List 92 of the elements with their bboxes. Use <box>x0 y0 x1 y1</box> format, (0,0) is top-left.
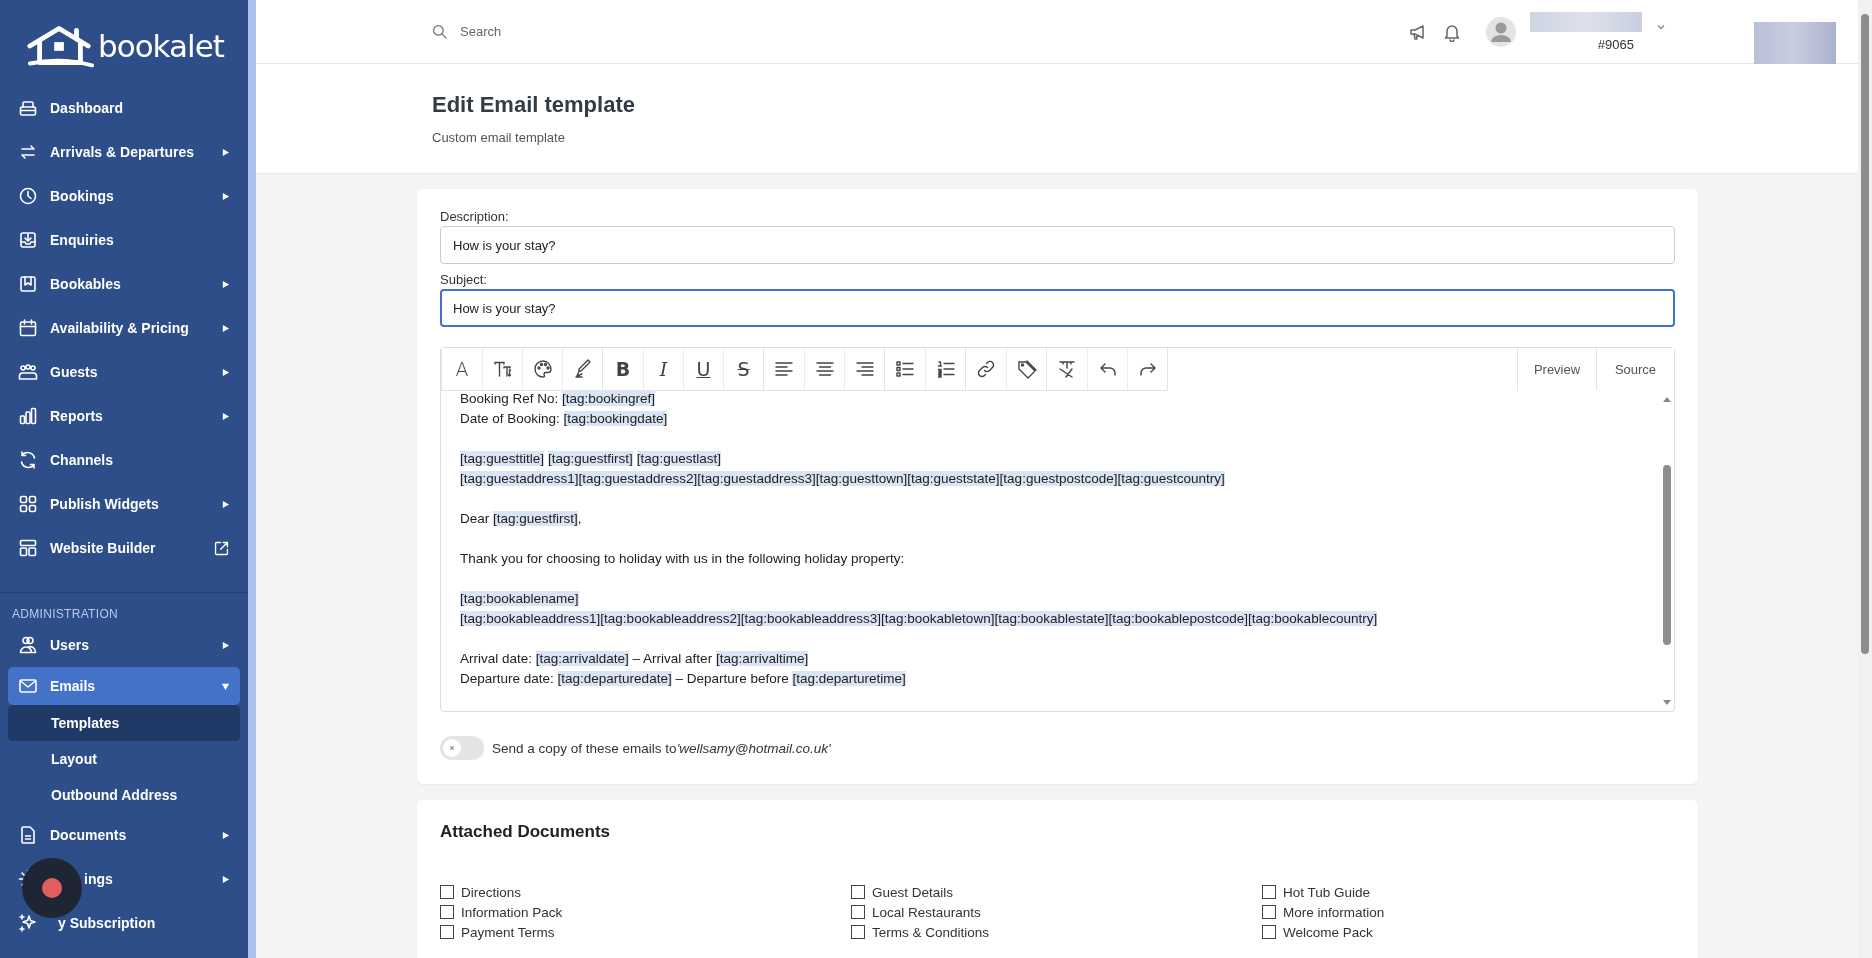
scroll-down-icon[interactable] <box>1662 697 1672 707</box>
toggle-switch[interactable] <box>440 736 484 760</box>
checkbox[interactable] <box>440 905 454 919</box>
checkbox[interactable] <box>1262 905 1276 919</box>
section-title: Attached Documents <box>440 822 612 842</box>
nav-item[interactable]: Users <box>8 623 240 667</box>
nav-item[interactable]: Bookables <box>8 262 240 306</box>
checkbox-label: More information <box>1283 904 1385 920</box>
swap-icon <box>18 142 38 162</box>
users-icon <box>18 362 38 382</box>
checkbox[interactable] <box>440 925 454 939</box>
checkbox-label: Local Restaurants <box>872 904 981 920</box>
brush-icon <box>572 359 593 379</box>
checkbox-label: Welcome Pack <box>1283 924 1373 940</box>
mail-icon <box>18 676 38 696</box>
nav-item[interactable]: Enquiries <box>8 218 240 262</box>
editor-line: Departure date: [tag:departuredate] – Departure before [tag:departuretime] <box>460 670 907 688</box>
align-center-icon <box>814 359 835 379</box>
nav-item[interactable]: Guests <box>8 350 240 394</box>
sidebar-scrollbar[interactable] <box>248 0 256 958</box>
tag-icon <box>1016 359 1037 379</box>
editor-line: Booking Ref No: [tag:bookingref] <box>460 391 657 408</box>
checkbox-label: Guest Details <box>872 884 954 900</box>
clear-format-icon <box>1057 359 1077 379</box>
checkbox-label: Information Pack <box>461 904 563 920</box>
nav-item[interactable]: y Subscription <box>8 901 240 945</box>
nav-item[interactable]: Bookings <box>8 174 240 218</box>
checkbox[interactable] <box>440 885 454 899</box>
close-icon <box>448 744 456 752</box>
record-button[interactable] <box>22 858 82 918</box>
toggle-label: Send a copy of these emails to <box>492 740 677 756</box>
chart-icon <box>18 406 38 426</box>
page-scrollbar[interactable] <box>1858 0 1872 958</box>
field-label: Description: <box>440 209 510 224</box>
account-number: #9065 <box>1597 36 1634 52</box>
nav-item[interactable]: Dashboard <box>8 86 240 130</box>
submenu-item[interactable]: Templates <box>8 705 240 741</box>
nav-item[interactable]: Publish Widgets <box>8 482 240 526</box>
user-pair-icon <box>18 635 38 655</box>
editor-line: Arrival date: [tag:arrivaldate] – Arrival after [tag:arrivaltime] <box>460 650 810 668</box>
clock-icon <box>18 186 38 206</box>
editor-line: Thank you for choosing to holiday with us in the following holiday property: <box>460 550 906 568</box>
checkbox[interactable] <box>851 925 865 939</box>
checkbox[interactable] <box>1262 885 1276 899</box>
palette-icon <box>532 359 553 379</box>
sparkle-icon <box>18 913 38 933</box>
submenu-item[interactable]: Outbound Address <box>8 777 240 813</box>
checkbox-label: Payment Terms <box>461 924 555 940</box>
checkbox-label: Terms & Conditions <box>872 924 990 940</box>
nav-item[interactable]: Documents <box>8 813 240 857</box>
link-icon <box>976 359 996 379</box>
book-icon <box>18 274 38 294</box>
grid-icon <box>18 494 38 514</box>
logo-text: bookalet <box>98 28 224 64</box>
checkbox-label: Hot Tub Guide <box>1283 884 1371 900</box>
email-address: 'wellsamy@hotmail.co.uk' <box>676 740 831 756</box>
nav-item[interactable]: Website Builder <box>8 526 240 570</box>
checkbox[interactable] <box>851 885 865 899</box>
editor-line: Date of Booking: [tag:bookingdate] <box>460 410 669 428</box>
section-heading: ADMINISTRATION <box>11 607 119 621</box>
nav-item[interactable]: Availability & Pricing <box>8 306 240 350</box>
refresh-icon <box>18 450 38 470</box>
search-icon <box>432 23 448 40</box>
checkbox[interactable] <box>1262 925 1276 939</box>
avatar-icon[interactable] <box>1486 16 1516 47</box>
page-title: Edit Email template <box>432 92 636 118</box>
editor-line: [tag:guesttitle] [tag:guestfirst] [tag:guestlast] <box>460 450 722 468</box>
align-right-icon <box>854 359 875 379</box>
description-field[interactable]: How is your stay? <box>440 226 1675 264</box>
view-button[interactable]: Source <box>1596 348 1674 390</box>
page-subtitle: Custom email template <box>432 130 566 145</box>
nav-item[interactable]: Emails <box>8 667 240 705</box>
scroll-up-icon[interactable] <box>1662 395 1672 405</box>
submenu-item[interactable]: Layout <box>8 741 240 777</box>
dashboard-icon <box>18 98 38 118</box>
numbered-list-icon <box>935 359 956 379</box>
nav-item[interactable]: Arrivals & Departures <box>8 130 240 174</box>
calendar-icon <box>18 318 38 338</box>
editor-line: Dear [tag:guestfirst], <box>460 510 583 528</box>
field-label: Subject: <box>440 272 488 287</box>
subject-field[interactable]: How is your stay? <box>440 289 1675 327</box>
house-logo-icon <box>26 24 94 68</box>
layout-icon <box>18 538 38 558</box>
bullet-list-icon <box>895 359 915 379</box>
checkbox[interactable] <box>851 905 865 919</box>
inbox-icon <box>18 230 38 250</box>
document-icon <box>18 825 38 845</box>
checkbox-label: Directions <box>461 884 522 900</box>
font-size-icon <box>492 359 513 379</box>
nav-item[interactable]: Reports <box>8 394 240 438</box>
nav-item[interactable]: Channels <box>8 438 240 482</box>
align-left-icon <box>774 359 794 379</box>
